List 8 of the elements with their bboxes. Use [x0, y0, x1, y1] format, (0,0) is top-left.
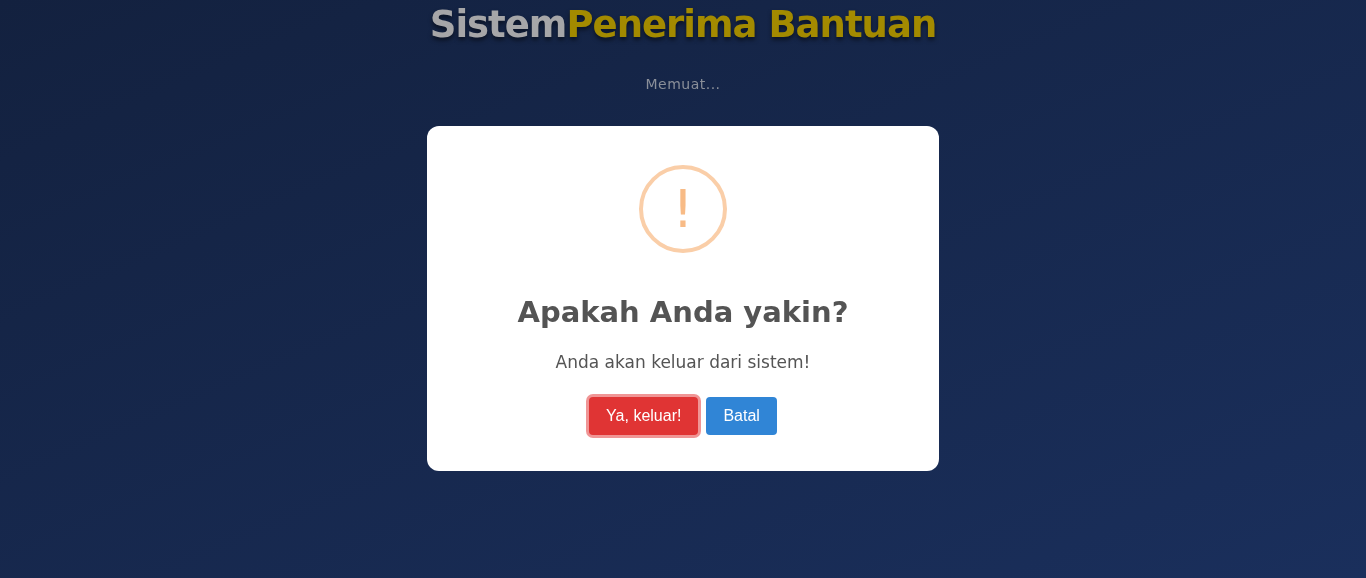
- cancel-button[interactable]: Batal: [706, 397, 777, 435]
- title-text: Penerima Bantuan: [566, 6, 937, 43]
- confirm-button[interactable]: Ya, keluar!: [589, 397, 699, 435]
- dialog-title: Apakah Anda yakin?: [517, 294, 849, 331]
- loading-text: Memuat...: [645, 75, 721, 94]
- title-text: Sistem: [429, 6, 567, 43]
- warning-icon: !: [639, 165, 727, 253]
- dialog-message: Anda akan keluar dari sistem!: [555, 350, 811, 374]
